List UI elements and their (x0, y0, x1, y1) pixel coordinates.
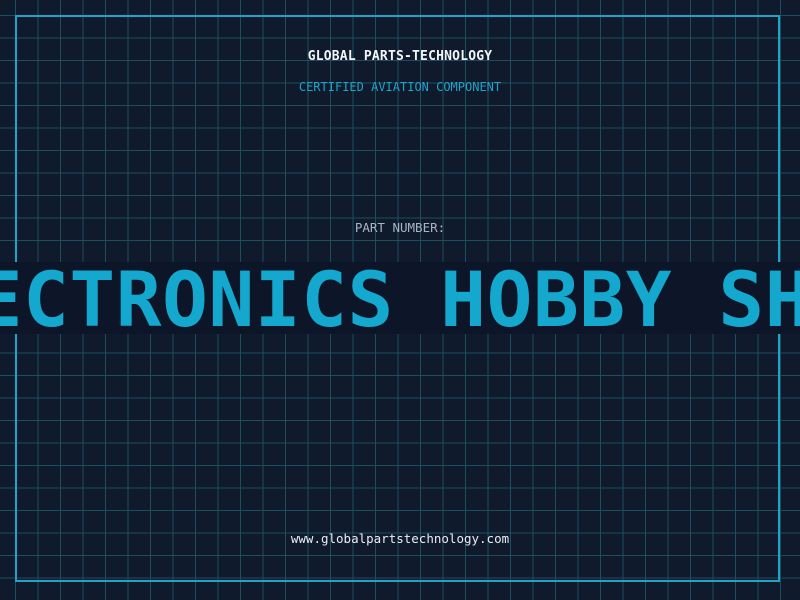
company-name: GLOBAL PARTS-TECHNOLOGY (307, 49, 493, 64)
website-url: www.globalpartstechnology.com (290, 531, 510, 546)
certification-subtitle: CERTIFIED AVIATION COMPONENT (298, 80, 502, 94)
part-number-value: ELECTRONICS HOBBY SHOP (0, 262, 800, 334)
part-number-banner: ELECTRONICS HOBBY SHOP (0, 262, 800, 334)
certificate-screen: GLOBAL PARTS-TECHNOLOGY CERTIFIED AVIATI… (0, 0, 800, 600)
part-number-label: PART NUMBER: (354, 220, 446, 235)
